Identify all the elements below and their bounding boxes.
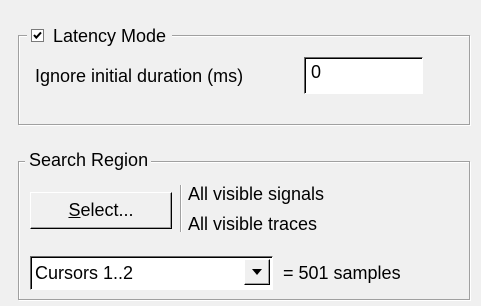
checkbox-box[interactable] bbox=[31, 28, 44, 42]
dropdown-arrow-icon bbox=[252, 269, 262, 275]
ignore-duration-input[interactable]: 0 bbox=[304, 57, 423, 94]
signals-summary: All visible signals bbox=[188, 184, 325, 204]
ignore-duration-label: Ignore initial duration (ms) bbox=[35, 66, 244, 86]
latency-mode-label: Latency Mode bbox=[53, 26, 167, 46]
combo-dropdown-button[interactable] bbox=[244, 259, 270, 285]
select-button-label: elect... bbox=[80, 200, 134, 220]
select-button[interactable]: Select... bbox=[30, 192, 172, 229]
combo-selected-value: Cursors 1..2 bbox=[35, 263, 134, 283]
samples-count: = 501 samples bbox=[283, 263, 401, 283]
select-mnemonic: S bbox=[68, 200, 81, 220]
check-icon bbox=[33, 31, 42, 39]
separator bbox=[180, 185, 182, 232]
latency-mode-checkbox[interactable]: Latency Mode bbox=[27, 25, 173, 47]
region-combo[interactable]: Cursors 1..2 bbox=[30, 256, 273, 290]
search-region-caption: Search Region bbox=[25, 149, 152, 171]
traces-summary: All visible traces bbox=[188, 214, 318, 234]
